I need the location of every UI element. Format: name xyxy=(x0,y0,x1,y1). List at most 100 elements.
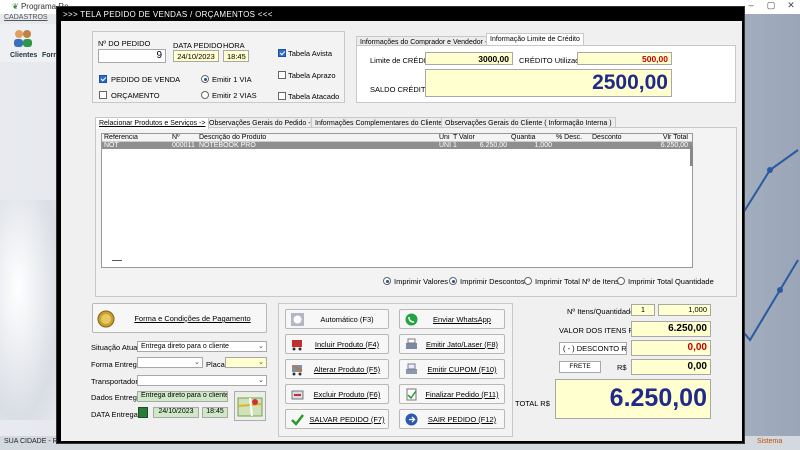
credit-limit-field: 3000,00 xyxy=(425,52,513,65)
placa-select[interactable]: ⌄ xyxy=(225,357,267,368)
tab-relacionar-produtos[interactable]: Relacionar Produtos e Serviços -> xyxy=(95,117,210,129)
order-time-field[interactable]: 18:45 xyxy=(223,50,249,62)
emitir-1-via-label: Emitir 1 VIA xyxy=(212,75,252,84)
hora-entrega-field[interactable]: 18:45 xyxy=(202,407,228,418)
col-descricao[interactable]: Descrição do Produto xyxy=(199,134,439,142)
receipt-printer-icon xyxy=(406,363,417,374)
excluir-produto-button[interactable]: Excluir Produto (F6) xyxy=(285,384,389,404)
clients-icon[interactable] xyxy=(12,28,34,48)
coins-icon xyxy=(97,310,115,328)
tabela-avista-checkbox[interactable] xyxy=(278,49,286,57)
total-field: 6.250,00 xyxy=(555,379,711,419)
card-delete-icon xyxy=(291,390,304,400)
toolbar-clientes[interactable]: Clientes xyxy=(10,52,37,59)
total-label: TOTAL R$ xyxy=(515,399,550,408)
situacao-value: Entrega direto para o cliente xyxy=(141,343,229,350)
enviar-whatsapp-button[interactable]: Enviar WhatsApp xyxy=(399,309,505,329)
dados-entrega-label: Dados Entrega xyxy=(91,393,142,402)
checkmark-icon xyxy=(291,414,304,426)
cart-edit-icon xyxy=(292,365,303,376)
status-city: SUA CIDADE - RS xyxy=(4,438,63,445)
menu-cadastros[interactable]: CADASTROS xyxy=(4,14,48,21)
imprimir-descontos-label: Imprimir Descontos xyxy=(460,277,525,286)
imprimir-total-itens-radio[interactable] xyxy=(524,277,532,285)
grid-new-row-marker xyxy=(112,260,122,261)
automatico-label: Automático (F3) xyxy=(320,315,374,324)
printer-icon xyxy=(406,338,417,349)
map-button[interactable] xyxy=(234,391,266,421)
data-entrega-field[interactable]: 24/10/2023 xyxy=(153,407,199,418)
col-uni[interactable]: Uni xyxy=(439,134,453,142)
itens-quantidade-label: Nº Itens/Quantidade xyxy=(567,307,635,316)
order-number-label: Nº DO PEDIDO xyxy=(98,39,151,48)
emitir-jato-button[interactable]: Emitir Jato/Laser (F8) xyxy=(399,334,505,354)
order-date-field[interactable]: 24/10/2023 xyxy=(173,50,219,62)
cell-valor: 6.250,00 xyxy=(479,142,507,149)
table-row[interactable]: NOT 000011 NOTEBOOK PRO UNI 1 6.250,00 1… xyxy=(102,141,692,149)
situacao-select[interactable]: Entrega direto para o cliente ⌄ xyxy=(137,341,267,352)
col-desconto[interactable]: Desconto xyxy=(592,134,638,142)
cell-numero: 000011 xyxy=(172,142,195,149)
alterar-produto-button[interactable]: Alterar Produto (F5) xyxy=(285,359,389,379)
imprimir-descontos-radio[interactable] xyxy=(449,277,457,285)
order-number-field[interactable]: 9 xyxy=(98,49,166,63)
col-referencia[interactable]: Referencia xyxy=(102,134,172,142)
calendar-icon[interactable] xyxy=(138,407,148,418)
clock-icon xyxy=(291,313,304,326)
status-system: Sistema xyxy=(757,438,783,445)
transportador-select[interactable]: ⌄ xyxy=(137,375,267,386)
imprimir-total-qtd-label: Imprimir Total Quantidade xyxy=(628,277,714,286)
pedido-venda-checkbox[interactable] xyxy=(99,75,107,83)
chevron-down-icon: ⌄ xyxy=(258,377,264,384)
cell-uni: UNI xyxy=(439,142,452,149)
enviar-whatsapp-label: Enviar WhatsApp xyxy=(433,315,491,324)
valor-itens-label: VALOR DOS ITENS R$ xyxy=(559,326,639,335)
app-logo-icon: ❦ xyxy=(12,2,21,11)
col-valor[interactable]: Valor xyxy=(459,134,511,142)
emitir-1-via-radio[interactable] xyxy=(201,75,209,83)
frete-field[interactable]: 0,00 xyxy=(631,359,711,375)
col-desc-pct[interactable]: % Desc. xyxy=(556,134,592,142)
forma-entrega-label: Forma Entrega xyxy=(91,360,142,369)
automatico-button[interactable]: Automático (F3) xyxy=(285,309,389,329)
background-toolbar: Clientes Forne xyxy=(0,24,61,62)
exit-icon xyxy=(405,413,418,426)
tabela-aprazo-checkbox[interactable] xyxy=(278,71,286,79)
valor-itens-field: 6.250,00 xyxy=(631,321,711,337)
tab-limite-credito[interactable]: Informação Limite de Crédito xyxy=(486,33,584,45)
background-figure-shape xyxy=(0,200,60,420)
emitir-2-vias-radio[interactable] xyxy=(201,91,209,99)
finalizar-pedido-button[interactable]: Finalizar Pedido (F11) xyxy=(399,384,505,404)
imprimir-valores-radio[interactable] xyxy=(383,277,391,285)
sair-pedido-label: SAIR PEDIDO (F12) xyxy=(427,415,497,424)
col-quantia[interactable]: Quantia xyxy=(511,134,556,142)
salvar-pedido-button[interactable]: SALVAR PEDIDO (F7) xyxy=(285,409,389,429)
sair-pedido-button[interactable]: SAIR PEDIDO (F12) xyxy=(399,409,505,429)
emitir-jato-label: Emitir Jato/Laser (F8) xyxy=(425,340,499,349)
products-grid[interactable]: Referencia Nº Descrição do Produto Uni T… xyxy=(101,133,693,268)
frete-currency-label: R$ xyxy=(617,363,627,372)
emitir-2-vias-label: Emitir 2 VIAS xyxy=(212,91,257,100)
col-vlr-total[interactable]: Vlr Total xyxy=(638,134,692,142)
maximize-icon[interactable]: ▢ xyxy=(761,0,781,14)
chevron-down-icon: ⌄ xyxy=(258,343,264,350)
order-date-label: DATA PEDIDO xyxy=(173,41,223,50)
background-menu[interactable]: CADASTROS xyxy=(0,14,60,24)
dados-entrega-field[interactable]: Entrega direto para o cliente xyxy=(137,391,228,402)
close-icon[interactable]: ✕ xyxy=(781,0,800,14)
tabela-atacado-checkbox[interactable] xyxy=(278,92,286,100)
quantidade-field: 1,000 xyxy=(658,304,711,316)
imprimir-total-qtd-radio[interactable] xyxy=(617,277,625,285)
incluir-produto-button[interactable]: Incluir Produto (F4) xyxy=(285,334,389,354)
credit-used-field: 500,00 xyxy=(577,52,672,65)
payment-conditions-button[interactable]: Forma e Condições de Pagamento xyxy=(92,303,267,333)
cart-add-icon xyxy=(292,340,302,351)
orcamento-checkbox[interactable] xyxy=(99,91,107,99)
col-numero[interactable]: Nº xyxy=(172,134,199,142)
grid-scrollbar[interactable] xyxy=(690,146,693,166)
orcamento-label: ORÇAMENTO xyxy=(111,91,160,100)
emitir-cupom-button[interactable]: Emitir CUPOM (F10) xyxy=(399,359,505,379)
pedido-venda-label: PEDIDO DE VENDA xyxy=(111,75,181,84)
situacao-label: Situação Atual xyxy=(91,343,139,352)
forma-entrega-select[interactable]: ⌄ xyxy=(137,357,203,368)
